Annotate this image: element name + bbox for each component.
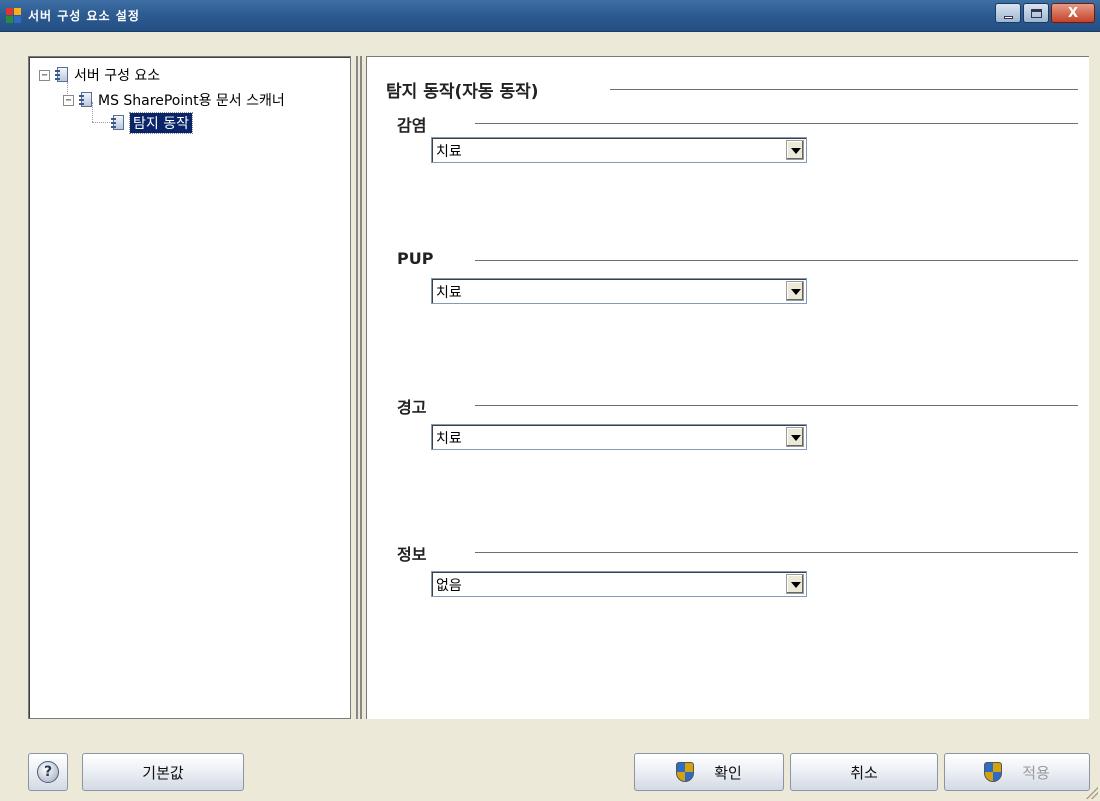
close-icon: X bbox=[1067, 5, 1079, 21]
group-label-infection: 감염 bbox=[397, 116, 427, 135]
resize-grip-icon[interactable] bbox=[1086, 787, 1098, 799]
app-logo-icon bbox=[6, 8, 22, 24]
window-title: 서버 구성 요소 설정 bbox=[28, 9, 140, 23]
apply-button-label: 적용 bbox=[1022, 763, 1050, 782]
maximize-icon bbox=[1030, 8, 1042, 18]
settings-tree[interactable]: − 서버 구성 요소 − MS SharePoint용 문서 스캐너 탐지 동작 bbox=[28, 56, 351, 719]
title-bar[interactable]: 서버 구성 요소 설정 X bbox=[0, 0, 1100, 32]
tree-connector bbox=[92, 122, 110, 123]
dropdown-arrow-icon[interactable] bbox=[786, 140, 804, 160]
tree-item-sharepoint-scanner[interactable]: − MS SharePoint용 문서 스캐너 bbox=[63, 90, 285, 110]
collapse-icon[interactable]: − bbox=[39, 69, 50, 81]
dropdown-arrow-icon[interactable] bbox=[786, 574, 804, 594]
dropdown-arrow-icon[interactable] bbox=[786, 281, 804, 301]
group-label-pup: PUP bbox=[397, 249, 434, 268]
document-icon bbox=[55, 67, 69, 83]
group-label-info: 정보 bbox=[397, 545, 427, 564]
default-button-label: 기본값 bbox=[142, 763, 184, 782]
minimize-icon bbox=[1003, 15, 1013, 19]
help-icon: ? bbox=[37, 761, 59, 783]
ok-button-label: 확인 bbox=[714, 763, 742, 782]
document-icon bbox=[111, 115, 125, 131]
tree-item-detection-actions[interactable]: 탐지 동작 bbox=[111, 112, 193, 134]
divider bbox=[475, 552, 1078, 554]
divider bbox=[475, 405, 1078, 407]
dropdown-arrow-icon[interactable] bbox=[786, 427, 804, 447]
divider bbox=[475, 260, 1078, 262]
apply-button[interactable]: 적용 bbox=[944, 753, 1090, 791]
panel-title: 탐지 동작(자동 동작) bbox=[386, 82, 539, 102]
close-button[interactable]: X bbox=[1051, 3, 1095, 23]
shield-icon bbox=[676, 762, 695, 782]
divider bbox=[475, 123, 1078, 125]
pup-action-select[interactable]: 치료 bbox=[431, 278, 807, 304]
tree-item-label: 서버 구성 요소 bbox=[74, 68, 161, 84]
select-value: 치료 bbox=[436, 431, 462, 447]
panel-splitter[interactable] bbox=[353, 56, 365, 719]
infection-action-select[interactable]: 치료 bbox=[431, 137, 807, 163]
minimize-button[interactable] bbox=[995, 3, 1021, 23]
dialog-footer: ? 기본값 확인 취소 적용 bbox=[0, 730, 1100, 801]
info-action-select[interactable]: 없음 bbox=[431, 571, 807, 597]
select-value: 없음 bbox=[436, 578, 462, 594]
select-value: 치료 bbox=[436, 285, 462, 301]
group-label-warning: 경고 bbox=[397, 398, 427, 417]
warning-action-select[interactable]: 치료 bbox=[431, 424, 807, 450]
tree-item-label: MS SharePoint용 문서 스캐너 bbox=[98, 93, 285, 109]
select-value: 치료 bbox=[436, 144, 462, 160]
help-button[interactable]: ? bbox=[28, 753, 68, 791]
collapse-icon[interactable]: − bbox=[63, 94, 74, 106]
cancel-button-label: 취소 bbox=[850, 763, 878, 782]
ok-button[interactable]: 확인 bbox=[634, 753, 784, 791]
cancel-button[interactable]: 취소 bbox=[790, 753, 938, 791]
document-icon bbox=[79, 92, 93, 108]
maximize-button[interactable] bbox=[1023, 3, 1049, 23]
default-button[interactable]: 기본값 bbox=[82, 753, 244, 791]
shield-icon bbox=[984, 762, 1003, 782]
tree-item-label: 탐지 동작 bbox=[129, 112, 193, 134]
divider bbox=[610, 89, 1078, 91]
tree-item-server-components[interactable]: − 서버 구성 요소 bbox=[39, 65, 160, 85]
detection-actions-panel: 탐지 동작(자동 동작) 감염 치료 PUP 치료 경고 치료 정보 없음 bbox=[366, 56, 1089, 719]
